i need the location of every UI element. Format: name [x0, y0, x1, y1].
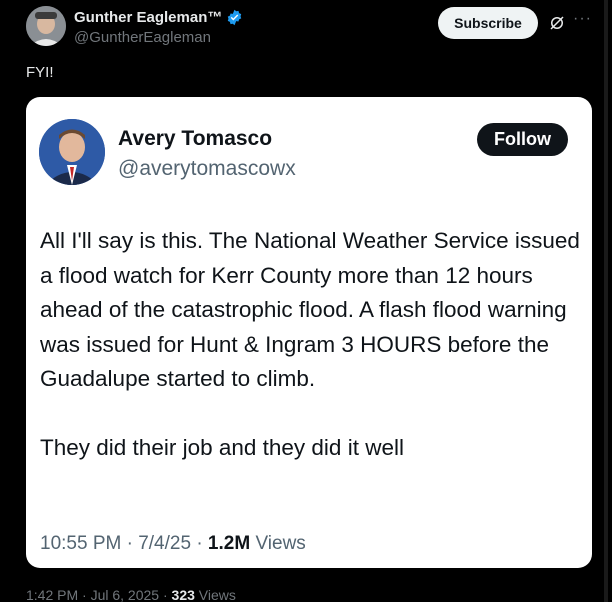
tweet-meta: 1:42 PM · Jul 6, 2025 · 323 Views — [26, 587, 236, 602]
views-label: Views — [194, 587, 236, 602]
view-count: 323 — [171, 587, 195, 602]
more-icon[interactable]: ··· — [573, 10, 592, 28]
quoted-tweet-card[interactable]: Avery Tomasco @averytomascowx Follow All… — [26, 97, 592, 568]
quoted-tweet-meta: 10:55 PM · 7/4/25 · 1.2M Views — [40, 533, 306, 555]
quoted-author-handle[interactable]: @averytomascowx — [118, 157, 296, 181]
author-name[interactable]: Gunther Eagleman™ — [74, 9, 243, 26]
grok-icon[interactable] — [548, 14, 566, 32]
quoted-views-label: Views — [250, 533, 306, 554]
quoted-tweet-text: All I'll say is this. The National Weath… — [40, 224, 580, 465]
tweet-text: FYI! — [26, 64, 54, 81]
quoted-paragraph-2: They did their job and they did it well — [40, 434, 404, 460]
author-name-text: Gunther Eagleman™ — [74, 9, 223, 26]
author-handle[interactable]: @GuntherEagleman — [74, 29, 211, 46]
subscribe-button[interactable]: Subscribe — [438, 7, 538, 39]
verified-badge-icon — [226, 9, 243, 26]
quoted-author-name[interactable]: Avery Tomasco — [118, 127, 272, 151]
tweet-timestamp[interactable]: 1:42 PM · Jul 6, 2025 · — [26, 587, 172, 602]
quoted-paragraph-1: All I'll say is this. The National Weath… — [40, 228, 580, 391]
follow-button[interactable]: Follow — [477, 123, 568, 156]
author-avatar[interactable] — [26, 6, 66, 46]
tweet: Gunther Eagleman™ @GuntherEagleman Subsc… — [0, 0, 612, 602]
quoted-view-count: 1.2M — [207, 533, 251, 554]
scrollbar[interactable] — [604, 0, 608, 602]
quoted-timestamp[interactable]: 10:55 PM · 7/4/25 · — [40, 533, 208, 554]
quoted-author-avatar[interactable] — [39, 119, 105, 185]
